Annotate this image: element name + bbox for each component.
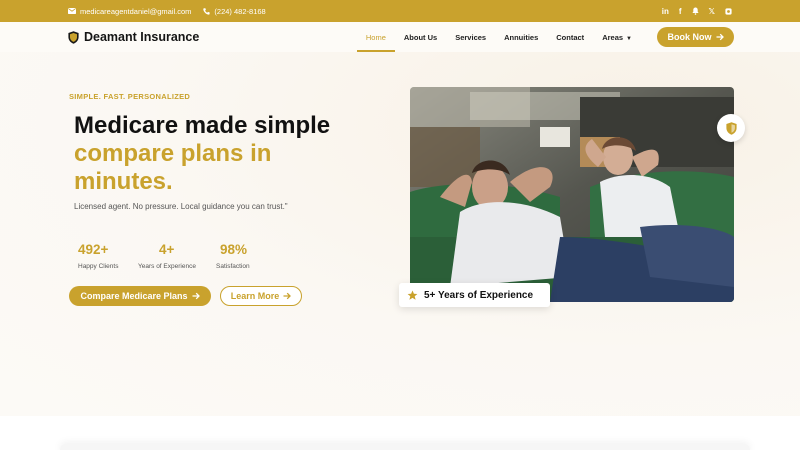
email-link[interactable]: medicareagentdaniel@gmail.com — [68, 7, 191, 16]
shield-icon — [725, 121, 737, 135]
experience-badge: 5+ Years of Experience — [399, 283, 550, 307]
hero-photo-couple-relaxing — [410, 87, 734, 302]
main-nav: Home About Us Services Annuities Contact… — [356, 27, 734, 52]
next-section-card — [60, 444, 750, 450]
hero-eyebrow: SIMPLE. FAST. PERSONALIZED — [69, 92, 191, 101]
book-now-button[interactable]: Book Now — [657, 27, 734, 47]
top-contact-bar: medicareagentdaniel@gmail.com (224) 482-… — [0, 0, 800, 22]
experience-badge-text: 5+ Years of Experience — [424, 289, 534, 301]
bell-icon[interactable] — [691, 7, 699, 15]
stat-happy-clients: 492+ Happy Clients — [78, 242, 128, 270]
star-icon — [407, 290, 418, 300]
social-links: in f 𝕏 — [662, 7, 732, 16]
arrow-right-icon — [716, 33, 724, 41]
stat-label: Satisfaction — [216, 263, 250, 270]
nav-annuities[interactable]: Annuities — [495, 29, 547, 46]
learn-more-label: Learn More — [230, 291, 280, 301]
nav-contact[interactable]: Contact — [547, 29, 593, 46]
x-icon[interactable]: 𝕏 — [709, 7, 715, 16]
contact-info: medicareagentdaniel@gmail.com (224) 482-… — [68, 7, 266, 16]
stat-value: 4+ — [159, 242, 175, 257]
stat-satisfaction: 98% Satisfaction — [216, 242, 266, 270]
stat-label: Happy Clients — [78, 263, 119, 270]
shield-logo-icon — [68, 30, 79, 44]
phone-link[interactable]: (224) 482-8168 — [203, 6, 266, 16]
hero-headline: Medicare made simple compare plans in mi… — [74, 112, 374, 196]
learn-more-button[interactable]: Learn More — [220, 286, 302, 306]
stats-row: 492+ Happy Clients 4+ Years of Experienc… — [74, 242, 266, 270]
compare-plans-button[interactable]: Compare Medicare Plans — [69, 286, 211, 306]
brand-logo[interactable]: Deamant Insurance — [68, 30, 199, 44]
brand-name: Deamant Insurance — [84, 30, 200, 44]
hero-lead-text: Licensed agent. No pressure. Local guida… — [74, 202, 288, 211]
email-text: medicareagentdaniel@gmail.com — [80, 6, 192, 16]
nav-areas-dropdown[interactable]: Areas ▼ — [593, 29, 641, 46]
book-now-label: Book Now — [667, 32, 712, 42]
hero-section: SIMPLE. FAST. PERSONALIZED Medicare made… — [0, 52, 800, 416]
nav-services[interactable]: Services — [446, 29, 495, 46]
caret-down-icon: ▼ — [626, 35, 632, 42]
stat-label: Years of Experience — [138, 263, 196, 270]
compare-plans-label: Compare Medicare Plans — [80, 291, 188, 301]
mail-icon — [68, 8, 76, 14]
phone-icon — [203, 7, 211, 15]
facebook-icon[interactable]: f — [679, 7, 682, 16]
linkedin-icon[interactable]: in — [662, 7, 669, 16]
arrow-right-icon — [283, 292, 292, 300]
stat-years-experience: 4+ Years of Experience — [138, 242, 206, 270]
stat-value: 492+ — [78, 242, 109, 257]
headline-line-2: compare plans in minutes. — [74, 140, 272, 195]
arrow-right-icon — [192, 292, 200, 300]
site-header: Deamant Insurance Home About Us Services… — [0, 22, 800, 52]
headline-line-1: Medicare made simple — [74, 112, 331, 139]
trust-shield-badge — [717, 114, 745, 142]
phone-text: (224) 482-8168 — [214, 6, 266, 16]
nav-about-us[interactable]: About Us — [395, 29, 446, 46]
nav-areas-label: Areas — [602, 32, 624, 42]
nav-home[interactable]: Home — [356, 29, 395, 52]
instagram-icon[interactable] — [725, 7, 732, 15]
stat-value: 98% — [220, 242, 248, 257]
